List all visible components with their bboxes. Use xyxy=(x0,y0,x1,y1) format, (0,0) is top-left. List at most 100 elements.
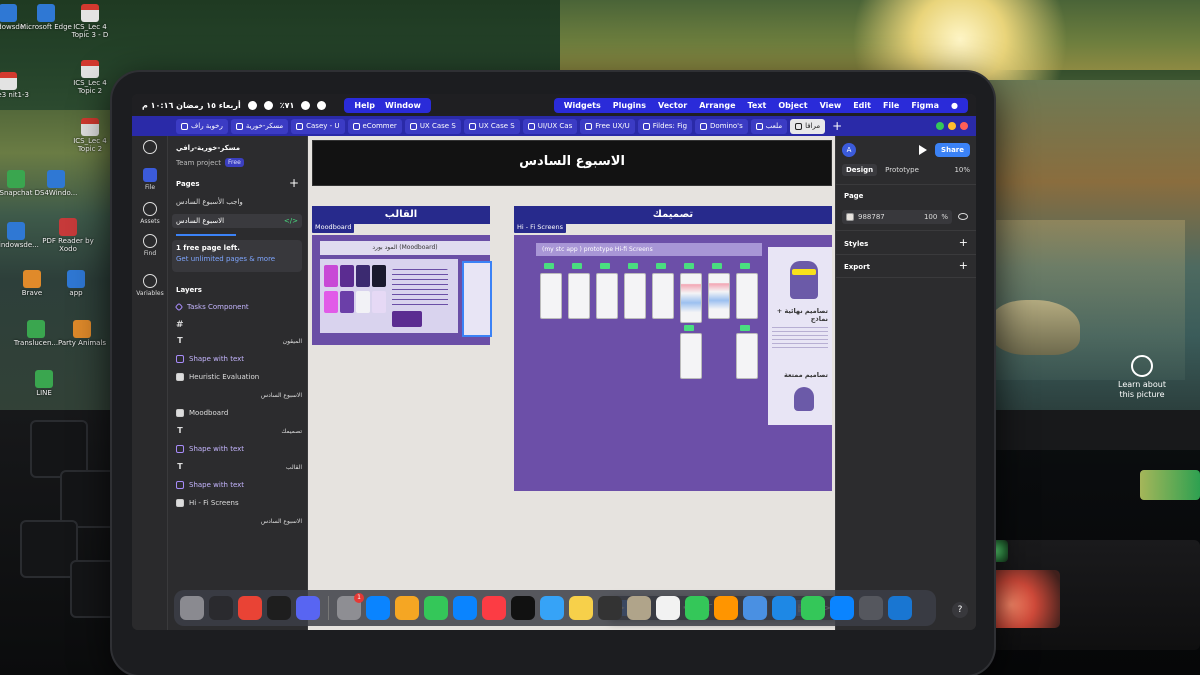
file-tab[interactable]: UX Case S xyxy=(404,118,461,134)
new-tab-button[interactable]: + xyxy=(832,119,842,133)
close-dot[interactable] xyxy=(960,122,968,130)
add-page-button[interactable]: + xyxy=(289,176,299,190)
menu-object[interactable]: Object xyxy=(778,101,807,110)
add-export-button[interactable]: + xyxy=(959,259,968,272)
pages-icon[interactable] xyxy=(395,596,419,620)
safari-ish-icon[interactable] xyxy=(540,596,564,620)
discord-icon[interactable] xyxy=(296,596,320,620)
desktop-icon[interactable]: ICS_Lec 4 Topic 2 xyxy=(64,60,116,95)
layer-row[interactable]: T القالب xyxy=(176,460,302,474)
desktop-icon[interactable]: Party Animals xyxy=(56,320,108,348)
trash-icon[interactable] xyxy=(180,596,204,620)
menu-view[interactable]: View xyxy=(820,101,842,110)
share-button[interactable]: Share xyxy=(935,143,970,157)
menu-help[interactable]: Help xyxy=(354,101,375,110)
layer-row[interactable]: Heuristic Evaluation xyxy=(176,370,302,384)
layer-row[interactable]: Shape with text xyxy=(176,442,302,456)
figma-icon[interactable] xyxy=(267,596,291,620)
page-color-value[interactable]: 988787 xyxy=(858,213,885,221)
tv-icon[interactable] xyxy=(511,596,535,620)
desktop-icon[interactable]: windowsde... xyxy=(0,222,42,250)
desktop-icon[interactable]: app xyxy=(50,270,102,298)
help-button[interactable]: ? xyxy=(952,602,968,618)
settings-icon[interactable]: 1 xyxy=(337,593,364,620)
contacts-icon[interactable] xyxy=(627,596,651,620)
layer-row[interactable]: # xyxy=(176,318,302,332)
moodboard-frame[interactable]: المود بورد (Moodboard) xyxy=(312,235,492,345)
layer-row[interactable]: Moodboard xyxy=(176,406,302,420)
calendar-icon[interactable] xyxy=(656,596,680,620)
app-store-icon[interactable] xyxy=(366,596,390,620)
layer-row[interactable]: Tasks Component xyxy=(174,300,302,314)
avatar[interactable]: A xyxy=(842,143,856,157)
menu-window[interactable]: Window xyxy=(385,101,421,110)
menu-vector[interactable]: Vector xyxy=(658,101,687,110)
desktop-icon[interactable]: LINE xyxy=(18,370,70,398)
add-style-button[interactable]: + xyxy=(959,236,968,249)
tab-design[interactable]: Design xyxy=(842,164,878,176)
desktop-icon[interactable]: Translucen... xyxy=(10,320,62,348)
minimize-dot[interactable] xyxy=(948,122,956,130)
phone-screen[interactable] xyxy=(568,273,590,319)
mail-icon[interactable] xyxy=(772,596,796,620)
menu-file[interactable]: File xyxy=(883,101,899,110)
screen-icon[interactable] xyxy=(209,596,233,620)
menu-plugins[interactable]: Plugins xyxy=(613,101,646,110)
menu-text[interactable]: Text xyxy=(748,101,767,110)
launchpad-icon[interactable] xyxy=(859,596,883,620)
file-name[interactable]: مسكر-خورية-رافي xyxy=(176,144,240,152)
search-icon[interactable] xyxy=(247,100,257,110)
desktop-icon[interactable]: ICS_Lec 4 Topic 3 - D xyxy=(64,4,116,39)
figma-logo-icon[interactable] xyxy=(132,140,168,156)
rail-find[interactable]: Find xyxy=(132,234,168,257)
eye-icon[interactable] xyxy=(958,213,968,220)
file-tab-active[interactable]: مرافا xyxy=(790,118,826,134)
layer-row[interactable]: Shape with text xyxy=(176,352,302,366)
desktop-icon[interactable]: ICS_Lec 4 Topic 2 xyxy=(64,118,116,153)
title-frame[interactable]: الاسبوع السادس xyxy=(312,140,832,186)
photos-icon[interactable] xyxy=(714,596,738,620)
page-item[interactable]: واجب الأسبوع السادس xyxy=(176,198,243,206)
testflight-icon[interactable] xyxy=(743,596,767,620)
file-tab[interactable]: ملعب xyxy=(750,118,788,134)
zoom-level[interactable]: 10% xyxy=(954,166,970,174)
moodboard-label[interactable]: Moodboard xyxy=(312,222,355,233)
rail-variables[interactable]: Variables xyxy=(132,274,168,297)
menu-widgets[interactable]: Widgets xyxy=(564,101,601,110)
calculator-icon[interactable] xyxy=(598,596,622,620)
layer-row[interactable]: T الميقون xyxy=(176,334,302,348)
safari-icon[interactable] xyxy=(830,596,854,620)
desktop-icon[interactable]: PDF Reader by Xodo xyxy=(42,218,94,253)
moodboard-side-card[interactable] xyxy=(462,261,492,337)
learn-about-picture[interactable]: Learn about this picture xyxy=(1112,355,1172,399)
zoom-dot[interactable] xyxy=(936,122,944,130)
phone-screen[interactable] xyxy=(624,273,646,319)
page-color-field[interactable]: 988787 100 % xyxy=(842,210,952,224)
desktop-icon[interactable]: DS4Windo... xyxy=(30,170,82,198)
file-tab[interactable]: Domino's xyxy=(695,118,748,134)
layer-row[interactable]: الاسبوع السادس xyxy=(176,388,302,402)
hifi-label[interactable]: Hi - Fi Screens xyxy=(514,222,567,233)
music-icon[interactable] xyxy=(482,596,506,620)
control-center-icon[interactable] xyxy=(317,100,327,110)
hifi-screens-frame[interactable]: (my stc app ) prototype Hi-fi Screens تص… xyxy=(514,235,832,491)
page-item-active[interactable]: الاسبوع السادس </> xyxy=(172,214,302,228)
desktop-icon[interactable]: olve3 nit1-3 xyxy=(0,72,34,100)
layer-row[interactable]: Shape with text xyxy=(176,478,302,492)
file-tab[interactable]: Casey - U xyxy=(291,118,345,134)
file-tab[interactable]: Fildes: Fig xyxy=(637,118,693,134)
messages-icon[interactable] xyxy=(801,596,825,620)
numbers-icon[interactable] xyxy=(424,596,448,620)
menu-edit[interactable]: Edit xyxy=(853,101,871,110)
facetime-icon[interactable] xyxy=(685,596,709,620)
file-tab[interactable]: UI/UX Cas xyxy=(522,118,578,134)
color-swatch[interactable] xyxy=(846,213,854,221)
rail-file[interactable]: File xyxy=(132,168,168,191)
upgrade-banner[interactable]: 1 free page left. Get unlimited pages & … xyxy=(172,240,302,272)
design-canvas[interactable]: الاسبوع السادس القالب تصميمك Moodboard H… xyxy=(308,136,835,630)
files-icon[interactable] xyxy=(888,596,912,620)
menu-figma[interactable]: Figma xyxy=(911,101,939,110)
page-opacity[interactable]: 100 xyxy=(924,213,937,221)
file-tab[interactable]: eCommer xyxy=(347,118,402,134)
phone-screen[interactable] xyxy=(680,333,702,379)
